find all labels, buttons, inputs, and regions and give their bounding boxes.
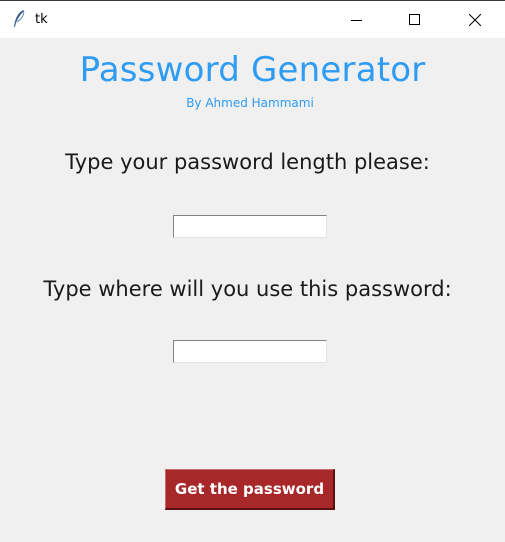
title-bar[interactable]: tk	[0, 0, 505, 38]
page-title: Password Generator	[79, 50, 426, 90]
close-icon	[469, 13, 481, 26]
app-window: tk Password Generator By Ahmed Hammami T…	[0, 0, 505, 542]
password-usage-label: Type where will you use this password:	[43, 277, 452, 301]
password-length-label: Type your password length please:	[65, 150, 430, 174]
get-password-button[interactable]: Get the password	[165, 469, 335, 510]
feather-icon	[12, 9, 26, 29]
password-usage-input[interactable]	[173, 340, 327, 363]
minimize-icon	[351, 14, 363, 26]
minimize-button[interactable]	[328, 1, 386, 38]
maximize-icon	[409, 13, 421, 26]
author-subtitle: By Ahmed Hammami	[186, 96, 314, 110]
window-title: tk	[35, 12, 48, 27]
password-length-input[interactable]	[173, 215, 327, 238]
maximize-button[interactable]	[386, 1, 444, 38]
close-button[interactable]	[446, 1, 504, 38]
